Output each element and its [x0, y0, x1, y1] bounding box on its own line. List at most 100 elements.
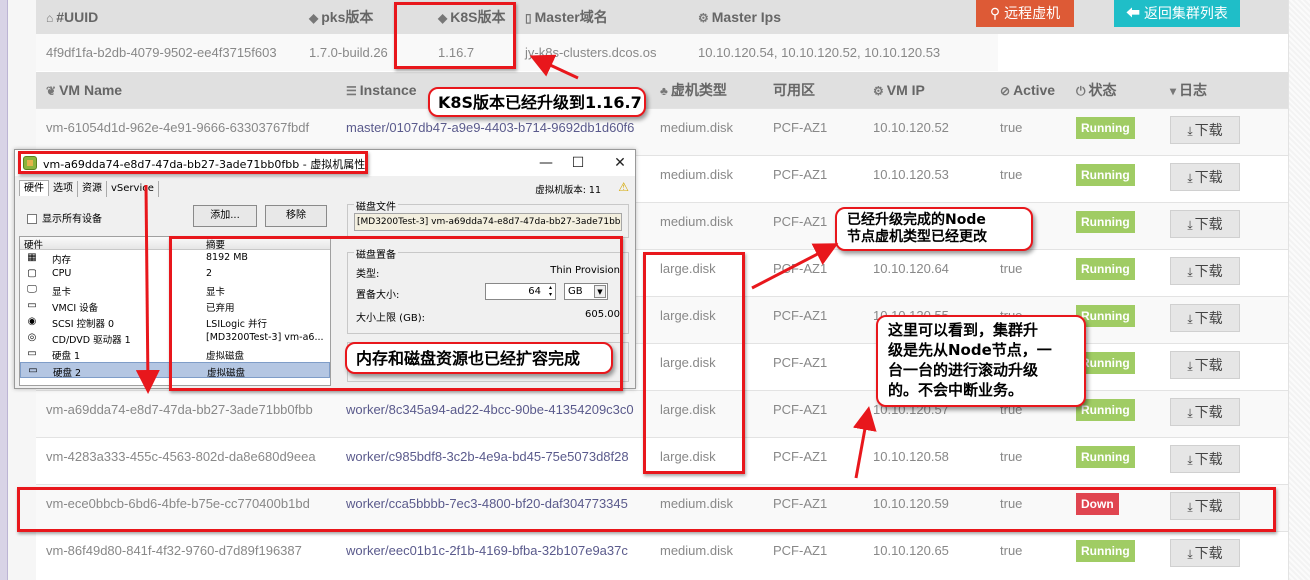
- vm-log-cell: ⤓ 下载: [1160, 202, 1288, 249]
- vm-name: vm-86f49d80-841f-4f32-9760-d7d89f196387: [46, 542, 302, 558]
- hardware-item[interactable]: ▢ CPU 2: [20, 266, 330, 282]
- vm-status-cell: Down: [1066, 484, 1160, 531]
- max-size-value: 605.00: [585, 309, 620, 320]
- minimize-button[interactable]: —: [531, 153, 561, 173]
- hardware-item[interactable]: ▭ 硬盘 1 虚拟磁盘: [20, 346, 330, 362]
- status-badge: Running: [1076, 116, 1135, 139]
- hardware-summary: 虚拟磁盘: [207, 368, 246, 379]
- back-to-cluster-list-button[interactable]: ⬅ 返回集群列表: [1114, 0, 1240, 27]
- vm-type: medium.disk: [660, 166, 733, 182]
- memory-icon: ▦: [27, 252, 37, 263]
- hardware-list-header: 硬件 摘要: [20, 237, 330, 251]
- checkbox-box[interactable]: [27, 214, 37, 224]
- pks-version: 1.7.0-build.26: [309, 45, 388, 60]
- download-log-button[interactable]: ⤓ 下载: [1170, 162, 1240, 191]
- hardware-name: 内存: [52, 255, 72, 266]
- key-icon: ⚲: [989, 5, 1005, 21]
- hardware-item[interactable]: ▭ 硬盘 2 虚拟磁盘: [20, 362, 330, 379]
- status-badge: Running: [1076, 257, 1135, 280]
- header-vm-name[interactable]: ❦ VM Name: [36, 72, 336, 108]
- hardware-item[interactable]: ▦ 内存 8192 MB: [20, 250, 330, 266]
- list-icon: ☰: [346, 83, 357, 98]
- download-log-button[interactable]: ⤓ 下载: [1170, 256, 1240, 285]
- cluster-actions: ⚲ 远程虚机 ⬅ 返回集群列表: [976, 0, 1276, 34]
- vm-type: large.disk: [660, 307, 716, 323]
- vm-type: medium.disk: [660, 542, 733, 558]
- show-all-devices-checkbox[interactable]: 显示所有设备: [27, 210, 102, 225]
- callout-rolling-upgrade: 这里可以看到，集群升 级是先从Node节点，一 台一台的进行滚动升级 的。不会中…: [876, 315, 1086, 407]
- header-status[interactable]: ⏻ 状态: [1066, 72, 1160, 108]
- hardware-item[interactable]: ◉ SCSI 控制器 0 LSILogic 并行: [20, 314, 330, 330]
- vsphere-app-icon: [23, 156, 37, 170]
- download-log-button[interactable]: ⤓ 下载: [1170, 444, 1240, 473]
- disk-file-group: 磁盘文件 [MD3200Test-3] vm-a69dda74-e8d7-47d…: [347, 198, 629, 238]
- vm-row: vm-86f49d80-841f-4f32-9760-d7d89f196387 w…: [36, 531, 1288, 578]
- callout-resources-expanded: 内存和磁盘资源也已经扩容完成: [345, 342, 613, 374]
- vm-status-cell: Running: [1066, 531, 1160, 578]
- hardware-item[interactable]: ▭ VMCI 设备 已弃用: [20, 298, 330, 314]
- vm-log-cell: ⤓ 下载: [1160, 249, 1288, 296]
- status-badge: Running: [1076, 163, 1135, 186]
- dialog-tabs: 硬件 选项 资源 vService: [19, 180, 159, 197]
- download-log-button[interactable]: ⤓ 下载: [1170, 491, 1240, 520]
- tab-hardware[interactable]: 硬件: [19, 180, 49, 196]
- vm-type: large.disk: [660, 401, 716, 417]
- status-badge: Running: [1076, 539, 1135, 562]
- provision-size-spinner[interactable]: 64: [485, 283, 556, 300]
- disk-provision-group: 磁盘置备 类型: Thin Provision 置备大小: 64 GB▼ 大小上…: [347, 246, 629, 334]
- vm-active: true: [1000, 542, 1023, 558]
- vm-active: true: [1000, 495, 1023, 511]
- header-availability-zone[interactable]: 可用区: [763, 72, 863, 108]
- vm-version: 虚拟机版本: 11: [535, 185, 601, 196]
- master-domain: jy-k8s-clusters.dcos.os: [525, 45, 657, 60]
- vm-az: PCF-AZ1: [773, 119, 828, 135]
- hardware-item[interactable]: ◎ CD/DVD 驱动器 1 [MD3200Test-3] vm-a6...: [20, 330, 330, 346]
- download-log-button[interactable]: ⤓ 下载: [1170, 303, 1240, 332]
- hardware-name: 硬盘 2: [53, 368, 82, 379]
- add-device-button[interactable]: 添加...: [193, 205, 257, 227]
- dialog-titlebar[interactable]: vm-a69dda74-e8d7-47da-bb27-3ade71bb0fbb …: [15, 150, 635, 176]
- hardware-name: 显卡: [52, 287, 72, 298]
- vm-log-cell: ⤓ 下载: [1160, 531, 1288, 578]
- header-active[interactable]: ⊘ Active: [990, 72, 1066, 108]
- vm-ip: 10.10.120.65: [873, 542, 949, 558]
- vm-ip: 10.10.120.58: [873, 448, 949, 464]
- vm-ip: 10.10.120.53: [873, 166, 949, 182]
- tab-vservice[interactable]: vService: [107, 181, 159, 197]
- maximize-button[interactable]: ☐: [563, 153, 593, 173]
- download-log-button[interactable]: ⤓ 下载: [1170, 350, 1240, 379]
- vm-row: vm-ece0bbcb-6bd6-4bfe-b75e-cc770400b1bd w…: [36, 484, 1288, 531]
- hardware-summary: 2: [206, 268, 213, 279]
- vm-name: vm-ece0bbcb-6bd6-4bfe-b75e-cc770400b1bd: [46, 495, 310, 511]
- status-badge: Running: [1076, 210, 1135, 233]
- vm-instance: worker/eec01b1c-2f1b-4169-bfba-32b107e9a…: [346, 542, 628, 558]
- provision-type: Thin Provision: [550, 265, 620, 276]
- download-log-button[interactable]: ⤓ 下载: [1170, 209, 1240, 238]
- hardware-item[interactable]: 🖵 显卡 显卡: [20, 282, 330, 298]
- download-icon: ⤓: [1187, 264, 1193, 279]
- download-log-button[interactable]: ⤓ 下载: [1170, 397, 1240, 426]
- remove-device-button[interactable]: 移除: [265, 205, 327, 227]
- size-unit-select[interactable]: GB ▼: [564, 283, 608, 300]
- dialog-title: vm-a69dda74-e8d7-47da-bb27-3ade71bb0fbb …: [43, 158, 366, 171]
- download-log-button[interactable]: ⤓ 下载: [1170, 115, 1240, 144]
- vm-row: vm-4283a333-455c-4563-802d-da8e680d9eea w…: [36, 437, 1288, 484]
- cluster-row: 4f9df1fa-b2db-4079-9502-ee4f3715f603 1.7…: [36, 34, 1288, 71]
- vm-active: true: [1000, 260, 1023, 276]
- vm-az: PCF-AZ1: [773, 542, 828, 558]
- disk-file-field[interactable]: [MD3200Test-3] vm-a69dda74-e8d7-47da-bb2…: [354, 213, 622, 231]
- tab-resources[interactable]: 资源: [78, 181, 107, 197]
- left-sidebar-edge: [0, 0, 8, 580]
- vm-name: vm-a69dda74-e8d7-47da-bb27-3ade71bb0fbb: [46, 401, 313, 417]
- close-button[interactable]: ✕: [605, 153, 635, 173]
- download-log-button[interactable]: ⤓ 下载: [1170, 538, 1240, 567]
- vm-type: medium.disk: [660, 119, 733, 135]
- header-vm-ip[interactable]: ⚙ VM IP: [863, 72, 990, 108]
- header-log[interactable]: ▾ 日志: [1160, 72, 1288, 108]
- vm-log-cell: ⤓ 下载: [1160, 343, 1288, 390]
- scrollbar-track[interactable]: [1288, 0, 1310, 580]
- remote-vm-button[interactable]: ⚲ 远程虚机: [976, 0, 1074, 27]
- tab-options[interactable]: 选项: [49, 181, 78, 197]
- header-vm-type[interactable]: ♣ 虚机类型: [650, 72, 763, 108]
- callout-k8s-upgraded: K8S版本已经升级到1.16.7: [428, 87, 646, 117]
